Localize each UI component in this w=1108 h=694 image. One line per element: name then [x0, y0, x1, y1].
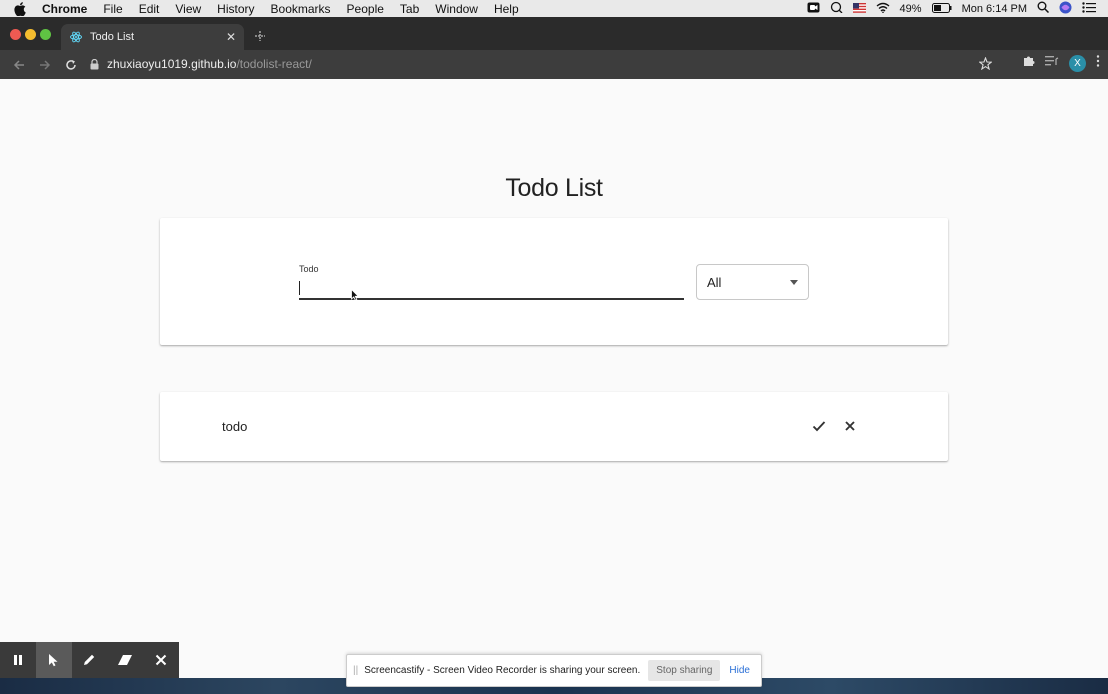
siri-icon[interactable]: [1059, 1, 1072, 17]
forward-arrow-icon[interactable]: [38, 59, 52, 71]
todo-input-label: Todo: [299, 264, 319, 274]
media-queue-icon[interactable]: [1045, 54, 1059, 72]
window-zoom-button[interactable]: [40, 29, 51, 40]
screencastify-toolbar: [0, 642, 179, 678]
window-close-button[interactable]: [10, 29, 21, 40]
apple-icon[interactable]: [14, 1, 28, 16]
macos-menu-bar: Chrome File Edit View History Bookmarks …: [0, 0, 1108, 17]
battery-percent: 49%: [899, 2, 922, 15]
eraser-tool-icon[interactable]: [107, 642, 143, 678]
mouse-cursor-icon: [351, 288, 360, 306]
back-arrow-icon[interactable]: [12, 59, 26, 71]
camera-icon[interactable]: [807, 2, 820, 16]
menu-view[interactable]: View: [175, 2, 201, 16]
close-toolbar-icon[interactable]: [143, 642, 179, 678]
text-caret: [299, 281, 300, 295]
menu-window[interactable]: Window: [435, 2, 478, 16]
sharing-message: Screencastify - Screen Video Recorder is…: [364, 665, 641, 676]
screen-mirror-icon[interactable]: [830, 1, 843, 16]
us-flag-icon[interactable]: [852, 2, 866, 16]
menubar-clock[interactable]: Mon 6:14 PM: [962, 3, 1027, 15]
todo-item-text: todo: [222, 419, 248, 434]
check-icon[interactable]: [812, 420, 826, 432]
hide-link[interactable]: Hide: [729, 665, 750, 676]
todo-list-item: todo: [160, 392, 948, 461]
drag-handle-icon[interactable]: ||: [353, 665, 358, 676]
menu-file[interactable]: File: [103, 2, 122, 16]
address-bar[interactable]: zhuxiaoyu1019.github.io/todolist-react/: [84, 52, 1004, 76]
window-minimize-button[interactable]: [25, 29, 36, 40]
page-title: Todo List: [505, 174, 603, 202]
menu-help[interactable]: Help: [494, 2, 519, 16]
filter-select-value: All: [707, 274, 722, 290]
page-viewport: Todo List Todo All todo: [0, 79, 1108, 678]
extension-area: X: [1022, 54, 1100, 72]
menu-bookmarks[interactable]: Bookmarks: [271, 2, 331, 16]
tab-close-icon[interactable]: ✕: [226, 30, 236, 44]
browser-tab-active[interactable]: Todo List ✕: [61, 24, 244, 50]
react-favicon-icon: [70, 31, 82, 43]
spotlight-search-icon[interactable]: [1037, 1, 1050, 16]
pen-tool-icon[interactable]: [72, 642, 108, 678]
menu-edit[interactable]: Edit: [139, 2, 160, 16]
filter-select[interactable]: All: [696, 264, 809, 300]
menu-people[interactable]: People: [347, 2, 384, 16]
url-path: /todolist-react/: [236, 57, 312, 71]
url-host: zhuxiaoyu1019.github.io: [107, 57, 237, 71]
bookmark-star-icon[interactable]: [979, 57, 992, 70]
browser-tab-strip: Todo List ✕: [0, 17, 1108, 50]
menubar-status-area: 49% Mon 6:14 PM: [807, 1, 1108, 17]
wifi-icon[interactable]: [876, 2, 890, 16]
close-icon[interactable]: [844, 420, 856, 432]
menu-history[interactable]: History: [217, 2, 254, 16]
notification-center-icon[interactable]: [1082, 1, 1096, 16]
tab-title: Todo List: [90, 31, 135, 43]
new-tab-icon[interactable]: [254, 29, 266, 45]
reload-icon[interactable]: [64, 59, 78, 71]
extensions-puzzle-icon[interactable]: [1022, 54, 1035, 72]
profile-avatar[interactable]: X: [1069, 54, 1086, 72]
todo-form-card: Todo All: [160, 218, 948, 345]
browser-toolbar: zhuxiaoyu1019.github.io/todolist-react/ …: [0, 50, 1108, 79]
menu-app-name[interactable]: Chrome: [42, 2, 87, 16]
lock-icon[interactable]: [90, 58, 99, 70]
menu-tab[interactable]: Tab: [400, 2, 419, 16]
dropdown-arrow-icon: [790, 280, 798, 285]
pause-icon[interactable]: [0, 642, 36, 678]
screen-sharing-banner: || Screencastify - Screen Video Recorder…: [346, 654, 762, 687]
battery-icon[interactable]: [931, 2, 952, 16]
kebab-menu-icon[interactable]: [1096, 54, 1100, 72]
pointer-tool-icon[interactable]: [35, 642, 72, 678]
stop-sharing-button[interactable]: Stop sharing: [648, 660, 721, 681]
